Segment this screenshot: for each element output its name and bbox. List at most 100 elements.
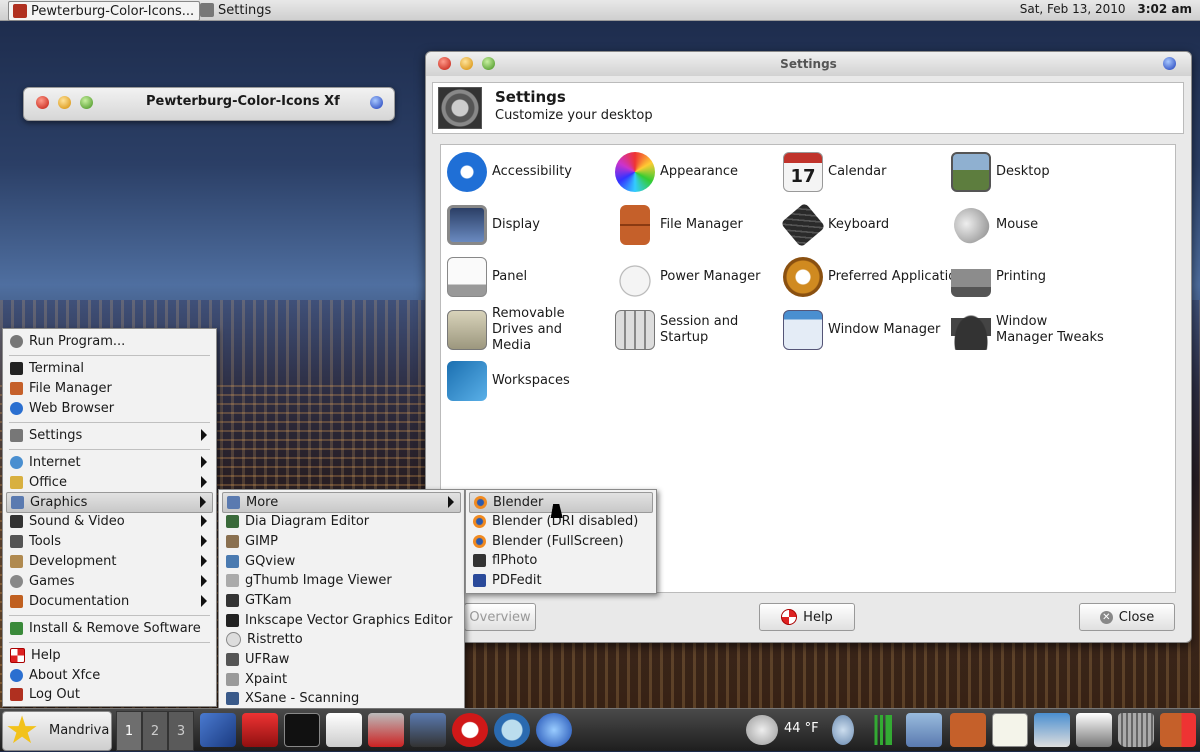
settings-item-display[interactable]: Display — [447, 202, 540, 248]
settings-item-appearance[interactable]: Appearance — [615, 149, 738, 195]
menu-item-inkscape[interactable]: Inkscape Vector Graphics Editor — [222, 611, 461, 630]
menu-item-documentation[interactable]: Documentation — [6, 592, 213, 611]
menu-item-pdfedit[interactable]: PDFedit — [469, 571, 653, 590]
menu-item-development[interactable]: Development — [6, 552, 213, 571]
logout-icon[interactable] — [1160, 713, 1196, 747]
menu-item-web-browser[interactable]: Web Browser — [6, 399, 213, 418]
task-settings[interactable]: Settings — [200, 1, 271, 19]
settings-item-printing[interactable]: Printing — [951, 254, 1046, 300]
menu-item-log-out[interactable]: Log Out — [6, 685, 213, 704]
bottom-panel: ★ Mandriva 1 2 3 44 °F — [0, 708, 1200, 751]
menu-item-more[interactable]: More — [222, 492, 461, 513]
menu-item-graphics[interactable]: Graphics — [6, 492, 213, 513]
submenu-arrow-icon — [201, 575, 207, 587]
menu-item-games[interactable]: Games — [6, 572, 213, 591]
menu-item-xpaint[interactable]: Xpaint — [222, 670, 461, 689]
menu-item-about-xfce[interactable]: About Xfce — [6, 666, 213, 685]
overview-button[interactable]: Overview — [464, 603, 536, 631]
minimize-icon[interactable] — [58, 96, 71, 109]
settings-item-removable-drives[interactable]: Removable Drives and Media — [447, 306, 604, 353]
mail-client-icon[interactable] — [494, 713, 530, 747]
item-label: Appearance — [660, 164, 739, 179]
opera-browser-icon[interactable] — [452, 713, 488, 747]
settings-item-window-manager[interactable]: Window Manager — [783, 307, 940, 353]
menu-item-xsane[interactable]: XSane - Scanning — [222, 689, 461, 708]
window-menu-icon[interactable] — [370, 96, 383, 109]
item-label: Games — [29, 574, 75, 589]
network-signal-icon[interactable] — [870, 715, 892, 745]
task-pewterburg[interactable]: Pewterburg-Color-Icons... — [8, 1, 200, 21]
notes-icon[interactable] — [992, 713, 1028, 747]
settings-item-session-startup[interactable]: Session and Startup — [615, 307, 750, 353]
trash-icon[interactable] — [1118, 713, 1154, 747]
close-button[interactable]: ✕ Close — [1079, 603, 1175, 631]
settings-item-power-manager[interactable]: Power Manager — [615, 254, 760, 300]
menu-item-help[interactable]: Help — [6, 646, 213, 665]
menu-item-run-program[interactable]: Run Program... — [6, 332, 213, 351]
text-editor-launcher-icon[interactable] — [326, 713, 362, 747]
workspace-2[interactable]: 2 — [142, 711, 168, 751]
menu-item-gtkam[interactable]: GTKam — [222, 591, 461, 610]
menu-item-terminal[interactable]: Terminal — [6, 359, 213, 378]
item-label: PDFedit — [492, 573, 542, 588]
mandriva-icon[interactable] — [536, 713, 572, 747]
file-manager-launcher-icon[interactable] — [950, 713, 986, 747]
item-label: Development — [29, 554, 117, 569]
terminal-launcher-icon[interactable] — [284, 713, 320, 747]
settings-item-preferred-applications[interactable]: Preferred Applications — [783, 254, 971, 300]
workspace-1[interactable]: 1 — [116, 711, 142, 751]
help-button[interactable]: Help — [759, 603, 855, 631]
header-subtitle: Customize your desktop — [495, 108, 653, 123]
menu-item-file-manager[interactable]: File Manager — [6, 379, 213, 398]
item-label: Blender (FullScreen) — [492, 534, 624, 549]
weather-cloud-icon[interactable] — [746, 715, 778, 745]
internet-icon — [10, 456, 23, 469]
settings-item-desktop[interactable]: Desktop — [951, 149, 1050, 195]
settings-launcher-icon[interactable] — [368, 713, 404, 747]
menu-item-sound-video[interactable]: Sound & Video — [6, 512, 213, 531]
display-launcher-icon[interactable] — [410, 713, 446, 747]
minimized-window[interactable]: Pewterburg-Color-Icons Xf — [23, 87, 395, 121]
menu-item-office[interactable]: Office — [6, 473, 213, 492]
menu-separator — [9, 355, 210, 356]
menu-item-settings[interactable]: Settings — [6, 426, 213, 445]
printer-icon[interactable] — [1076, 713, 1112, 747]
home-folder-launcher-icon[interactable] — [200, 713, 236, 747]
menu-item-dia[interactable]: Dia Diagram Editor — [222, 512, 461, 531]
close-icon[interactable] — [36, 96, 49, 109]
settings-item-mouse[interactable]: Mouse — [947, 201, 1038, 249]
settings-item-keyboard[interactable]: Keyboard — [780, 202, 889, 248]
settings-item-calendar[interactable]: 17 Calendar — [783, 149, 886, 195]
menu-item-ristretto[interactable]: Ristretto — [222, 630, 461, 649]
file-manager-icon — [10, 382, 23, 395]
menu-item-gimp[interactable]: GIMP — [222, 532, 461, 551]
settings-item-accessibility[interactable]: Accessibility — [447, 149, 572, 195]
maximize-icon[interactable] — [80, 96, 93, 109]
settings-item-file-manager[interactable]: File Manager — [615, 202, 743, 248]
settings-item-panel[interactable]: Panel — [447, 254, 527, 300]
package-manager-icon[interactable] — [906, 713, 942, 747]
item-label: Session and Startup — [660, 314, 739, 345]
submenu-arrow-icon — [200, 496, 206, 508]
menu-item-ufraw[interactable]: UFRaw — [222, 650, 461, 669]
workspace-3[interactable]: 3 — [168, 711, 194, 751]
window-titlebar[interactable]: Settings — [426, 52, 1191, 76]
close-icon: ✕ — [1099, 610, 1113, 624]
menu-item-blender-fullscreen[interactable]: Blender (FullScreen) — [469, 532, 653, 551]
volume-icon[interactable] — [832, 715, 854, 745]
item-label: Install & Remove Software — [29, 621, 201, 636]
settings-item-workspaces[interactable]: Workspaces — [447, 358, 570, 404]
menu-item-tools[interactable]: Tools — [6, 532, 213, 551]
install-software-icon — [10, 622, 23, 635]
settings-item-window-manager-tweaks[interactable]: Window Manager Tweaks — [951, 307, 1108, 353]
start-menu-button[interactable]: ★ Mandriva — [2, 711, 112, 751]
screenshot-icon[interactable] — [1034, 713, 1070, 747]
clock[interactable]: Sat, Feb 13, 2010 3:02 am — [1020, 2, 1192, 16]
menu-item-gqview[interactable]: GQview — [222, 552, 461, 571]
window-menu-icon[interactable] — [1163, 57, 1176, 70]
menu-item-install-software[interactable]: Install & Remove Software — [6, 619, 213, 638]
menu-item-internet[interactable]: Internet — [6, 453, 213, 472]
root-terminal-launcher-icon[interactable] — [242, 713, 278, 747]
menu-item-flphoto[interactable]: flPhoto — [469, 551, 653, 570]
menu-item-gthumb[interactable]: gThumb Image Viewer — [222, 571, 461, 590]
